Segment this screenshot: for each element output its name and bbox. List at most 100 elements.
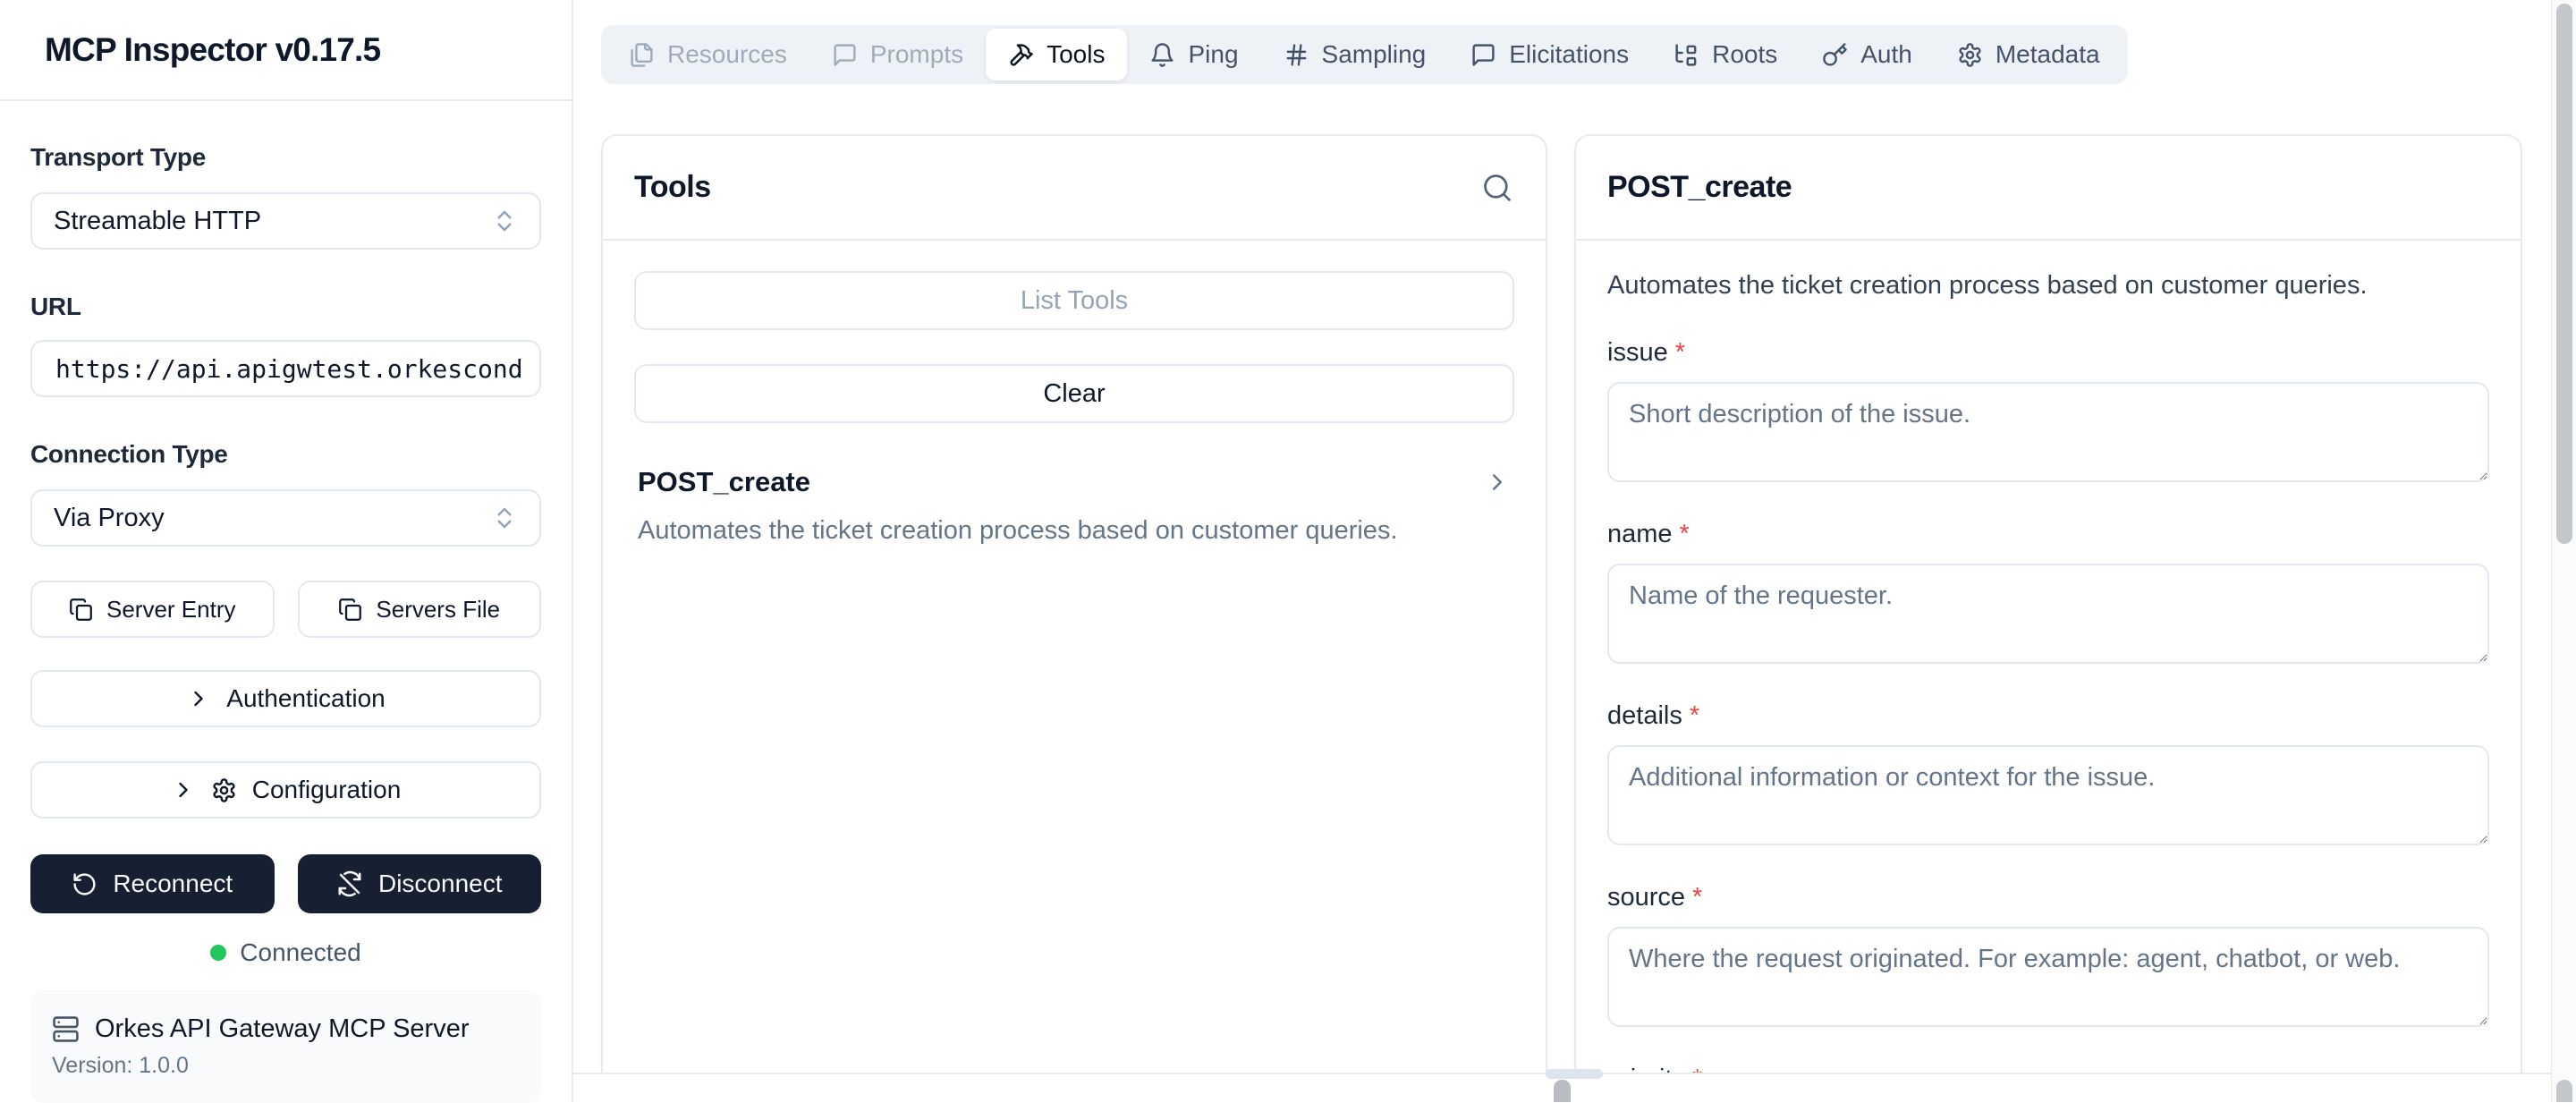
tab-label: Tools bbox=[1046, 40, 1106, 68]
tools-panel: Tools List Tools Clear POST_create Autom… bbox=[601, 134, 1547, 1073]
clear-button[interactable]: Clear bbox=[634, 364, 1514, 423]
details-field-input[interactable] bbox=[1607, 745, 2489, 845]
sidebar-header: MCP Inspector v0.17.5 bbox=[0, 0, 572, 101]
issue-field-input[interactable] bbox=[1607, 382, 2489, 482]
panel-scrollbar-cap bbox=[1546, 1069, 1603, 1079]
transport-type-value: Streamable HTTP bbox=[54, 206, 262, 235]
gear-icon bbox=[211, 777, 237, 803]
reconnect-label: Reconnect bbox=[113, 870, 233, 897]
server-entry-button[interactable]: Server Entry bbox=[30, 581, 275, 638]
tab-metadata[interactable]: Metadata bbox=[1935, 29, 2123, 81]
tool-item-name: POST_create bbox=[638, 466, 810, 497]
tab-label: Prompts bbox=[869, 40, 964, 68]
tab-label: Ping bbox=[1188, 40, 1239, 68]
disconnect-label: Disconnect bbox=[377, 870, 503, 897]
key-icon bbox=[1822, 42, 1848, 68]
chevrons-up-down-icon bbox=[491, 208, 518, 234]
gear-icon bbox=[1957, 42, 1983, 68]
field-group-name: name * bbox=[1607, 520, 2489, 664]
chevron-right-icon bbox=[171, 777, 196, 802]
tab-label: Roots bbox=[1712, 40, 1778, 68]
tab-label: Resources bbox=[667, 40, 787, 68]
search-icon[interactable] bbox=[1480, 171, 1514, 205]
configuration-label: Configuration bbox=[251, 776, 402, 803]
chevron-right-icon bbox=[1484, 469, 1511, 496]
tab-label: Auth bbox=[1860, 40, 1912, 68]
authentication-label: Authentication bbox=[226, 684, 386, 712]
field-group-priority: priority* bbox=[1607, 1065, 2489, 1073]
connection-type-select[interactable]: Via Proxy bbox=[30, 489, 541, 547]
refresh-off-icon bbox=[336, 870, 363, 897]
panel-scrollbar-thumb[interactable] bbox=[1554, 1080, 1571, 1102]
copy-icon bbox=[338, 598, 362, 622]
page-scrollbar[interactable] bbox=[2551, 0, 2576, 1102]
tab-bar: Resources Prompts Tools Ping Sampling El… bbox=[601, 25, 2128, 84]
tab-sampling[interactable]: Sampling bbox=[1261, 29, 1449, 81]
tab-elicitations[interactable]: Elicitations bbox=[1448, 29, 1651, 81]
reconnect-button[interactable]: Reconnect bbox=[30, 854, 275, 913]
sidebar: MCP Inspector v0.17.5 Transport Type Str… bbox=[0, 0, 573, 1103]
tool-item-description: Automates the ticket creation process ba… bbox=[638, 516, 1398, 545]
server-info-card: Orkes API Gateway MCP Server Version: 1.… bbox=[30, 990, 541, 1103]
disconnect-button[interactable]: Disconnect bbox=[297, 854, 541, 913]
page-scrollbar-thumb[interactable] bbox=[2556, 4, 2572, 544]
chevron-right-icon bbox=[186, 686, 211, 711]
folder-tree-icon bbox=[1674, 42, 1699, 68]
required-asterisk: * bbox=[1692, 1065, 1702, 1073]
hash-icon bbox=[1284, 42, 1309, 68]
tab-label: Elicitations bbox=[1509, 40, 1630, 68]
status-text: Connected bbox=[240, 938, 361, 966]
chevrons-up-down-icon bbox=[491, 505, 518, 531]
app-title: MCP Inspector v0.17.5 bbox=[45, 30, 381, 68]
details-field-label: details * bbox=[1607, 701, 1700, 730]
connection-type-label: Connection Type bbox=[30, 440, 228, 468]
tool-description: Automates the ticket creation process ba… bbox=[1607, 271, 2368, 300]
tab-tools[interactable]: Tools bbox=[986, 29, 1128, 81]
transport-type-label: Transport Type bbox=[30, 143, 206, 171]
name-field-label: name * bbox=[1607, 520, 1690, 548]
bell-icon bbox=[1149, 42, 1175, 68]
url-input[interactable]: https://api.apigwtest.orkescond bbox=[30, 340, 541, 397]
servers-file-button[interactable]: Servers File bbox=[297, 581, 541, 638]
tab-prompts[interactable]: Prompts bbox=[809, 29, 986, 81]
configuration-expander[interactable]: Configuration bbox=[30, 761, 541, 819]
tab-ping[interactable]: Ping bbox=[1127, 29, 1260, 81]
connection-status: Connected bbox=[30, 938, 541, 967]
field-group-issue: issue * bbox=[1607, 338, 2489, 482]
server-icon bbox=[52, 1015, 80, 1043]
message-square-icon bbox=[832, 42, 858, 68]
status-dot-icon bbox=[210, 945, 227, 961]
source-field-input[interactable] bbox=[1607, 927, 2489, 1027]
transport-type-select[interactable]: Streamable HTTP bbox=[30, 192, 541, 250]
list-tools-button[interactable]: List Tools bbox=[634, 271, 1514, 330]
required-asterisk: * bbox=[1679, 520, 1690, 548]
required-asterisk: * bbox=[1689, 701, 1700, 730]
issue-field-label: issue * bbox=[1607, 338, 1685, 367]
tab-roots[interactable]: Roots bbox=[1651, 29, 1800, 81]
page-scrollbar-thumb-fragment[interactable] bbox=[2556, 1080, 2572, 1102]
authentication-expander[interactable]: Authentication bbox=[30, 670, 541, 727]
url-label: URL bbox=[30, 293, 81, 320]
name-field-input[interactable] bbox=[1607, 564, 2489, 664]
connection-type-value: Via Proxy bbox=[54, 503, 165, 532]
required-asterisk: * bbox=[1674, 338, 1685, 367]
tab-label: Sampling bbox=[1321, 40, 1427, 68]
field-group-details: details * bbox=[1607, 701, 2489, 845]
server-name: Orkes API Gateway MCP Server bbox=[95, 1014, 470, 1043]
tab-resources[interactable]: Resources bbox=[606, 29, 809, 81]
required-asterisk: * bbox=[1692, 883, 1703, 912]
rotate-ccw-icon bbox=[72, 871, 97, 897]
tool-list-item[interactable]: POST_create Automates the ticket creatio… bbox=[634, 462, 1514, 555]
detail-panel-title: POST_create bbox=[1607, 170, 1792, 204]
copy-icon bbox=[69, 598, 93, 622]
tools-panel-title: Tools bbox=[634, 170, 711, 204]
main-content: Resources Prompts Tools Ping Sampling El… bbox=[573, 0, 2551, 1074]
files-icon bbox=[629, 42, 655, 68]
tab-auth[interactable]: Auth bbox=[1800, 29, 1935, 81]
server-version: Version: 1.0.0 bbox=[52, 1053, 189, 1078]
source-field-label: source * bbox=[1607, 883, 1703, 912]
message-square-icon bbox=[1470, 42, 1496, 68]
tab-label: Metadata bbox=[1995, 40, 2100, 68]
servers-file-label: Servers File bbox=[376, 595, 501, 623]
server-entry-label: Server Entry bbox=[106, 595, 236, 623]
